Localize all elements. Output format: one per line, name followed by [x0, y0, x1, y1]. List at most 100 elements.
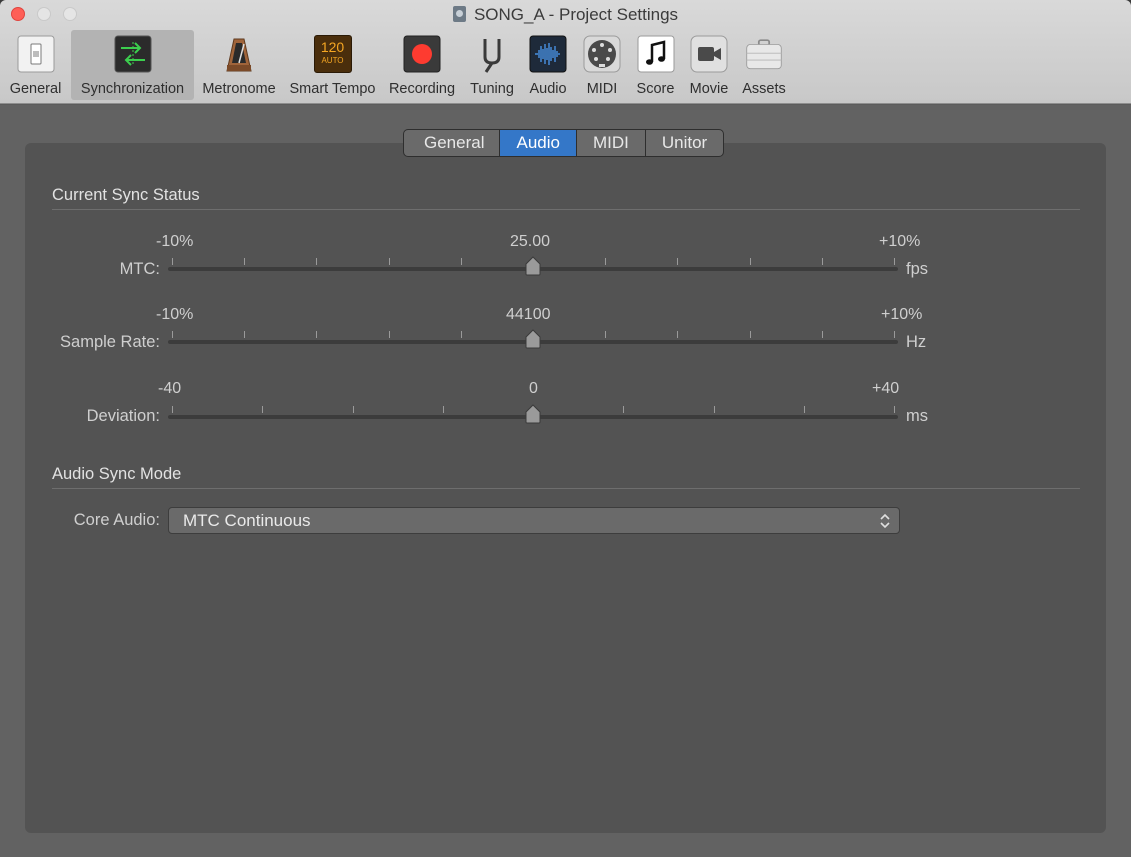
slider-tick [894, 331, 895, 338]
toolbar-midi-label: MIDI [586, 81, 618, 97]
smart-tempo-icon: 120 AUTO [313, 35, 352, 73]
deviation-max-label: +40 [872, 380, 900, 397]
toolbar-audio[interactable]: Audio [521, 30, 575, 100]
slider-tick [605, 258, 607, 265]
tab-midi[interactable]: MIDI [575, 130, 645, 156]
smart-tempo-badge-number: 120 [320, 39, 345, 55]
toolbar-movie[interactable]: Movie [682, 30, 736, 100]
toolbar-score[interactable]: Score [629, 30, 682, 100]
slider-tick [605, 331, 607, 338]
toolbar-general[interactable]: General [0, 30, 71, 100]
audio-sync-mode-heading: Audio Sync Mode [52, 465, 182, 483]
slider-tick [388, 258, 390, 265]
window-title-text: SONG_A - Project Settings [473, 5, 679, 24]
deviation-label: Deviation: [86, 407, 160, 425]
midi-port-icon [583, 35, 621, 73]
sync-arrows-icon [114, 35, 152, 73]
core-audio-popup[interactable]: MTC Continuous [168, 507, 900, 534]
toolbar-tuning-label: Tuning [470, 81, 514, 97]
mtc-max-label: +10% [879, 233, 921, 250]
smart-tempo-badge-auto: AUTO [321, 56, 344, 65]
toolbar-score-label: Score [636, 81, 675, 97]
sample-rate-value: 44100 [506, 306, 551, 323]
toolbar-tuning[interactable]: Tuning [463, 30, 521, 100]
sample-rate-min-label: -10% [156, 306, 194, 323]
project-settings-window: SONG_A - Project Settings General Synchr… [0, 0, 1131, 857]
slider-tick [172, 258, 173, 265]
slider-tick [713, 406, 715, 413]
slider-knob[interactable] [525, 256, 541, 276]
toolbar-general-label: General [9, 81, 62, 97]
slider-tick [803, 406, 805, 413]
toolbar-assets[interactable]: Assets [736, 30, 792, 100]
section-divider [52, 209, 1080, 210]
mtc-min-label: -10% [156, 233, 194, 250]
music-note-icon [637, 35, 675, 73]
sample-rate-max-label: +10% [881, 306, 923, 323]
slider-tick [352, 406, 354, 413]
slider-tick [460, 331, 462, 338]
slider-tick [388, 331, 390, 338]
settings-toolbar: General Synchronization Metronome 120 AU… [0, 30, 792, 102]
slider-tick [821, 258, 823, 265]
slider-tick [677, 258, 679, 265]
slider-tick [749, 258, 751, 265]
window-title: SONG_A - Project Settings [0, 5, 1131, 25]
tab-audio[interactable]: Audio [499, 130, 576, 156]
slider-knob[interactable] [525, 329, 541, 349]
deviation-unit: ms [906, 407, 928, 425]
sync-tab-bar: General Audio MIDI Unitor [403, 129, 725, 157]
toolbar-synchronization[interactable]: Synchronization [71, 30, 194, 100]
toolbar-smart-tempo[interactable]: 120 AUTO Smart Tempo [284, 30, 381, 100]
toolbar-audio-label: Audio [529, 81, 567, 97]
section-divider [52, 488, 1080, 489]
sample-rate-unit: Hz [906, 333, 927, 351]
toolbar-recording-label: Recording [388, 81, 456, 97]
document-icon [452, 6, 466, 22]
mtc-label: MTC: [119, 260, 160, 278]
slider-tick [623, 406, 625, 413]
tab-general[interactable]: General [404, 130, 499, 156]
slider-tick [316, 258, 318, 265]
deviation-value: 0 [529, 380, 538, 397]
slider-knob[interactable] [525, 404, 541, 424]
toolbar-smart-tempo-label: Smart Tempo [289, 81, 376, 97]
slider-tick [172, 406, 173, 413]
mtc-value: 25.00 [510, 233, 551, 250]
toolbar-metronome[interactable]: Metronome [194, 30, 284, 100]
toolbar-synchronization-label: Synchronization [80, 81, 185, 97]
slider-tick [821, 331, 823, 338]
general-switch-icon [17, 35, 55, 73]
slider-tick [262, 406, 264, 413]
slider-tick [460, 258, 462, 265]
sample-rate-label: Sample Rate: [60, 333, 160, 351]
current-sync-status-heading: Current Sync Status [52, 186, 200, 204]
toolbar-midi[interactable]: MIDI [575, 30, 629, 100]
title-bar: SONG_A - Project Settings General Synchr… [0, 0, 1131, 104]
briefcase-icon [745, 35, 783, 73]
toolbar-metronome-label: Metronome [202, 81, 276, 97]
slider-tick [172, 331, 173, 338]
waveform-icon [529, 35, 567, 73]
toolbar-assets-label: Assets [742, 81, 786, 97]
slider-tick [894, 406, 895, 413]
settings-content: General Audio MIDI Unitor Current Sync S… [0, 105, 1131, 857]
toolbar-recording[interactable]: Recording [381, 30, 463, 100]
slider-tick [244, 331, 246, 338]
tab-unitor[interactable]: Unitor [644, 130, 723, 156]
mtc-unit: fps [906, 260, 929, 278]
core-audio-selected-value: MTC Continuous [183, 511, 311, 530]
core-audio-label: Core Audio: [73, 511, 160, 529]
deviation-min-label: -40 [158, 380, 182, 397]
tuning-fork-icon [473, 35, 511, 73]
slider-tick [442, 406, 444, 413]
record-icon [403, 35, 441, 73]
metronome-icon [220, 35, 258, 73]
slider-tick [316, 331, 318, 338]
slider-tick [244, 258, 246, 265]
slider-tick [894, 258, 895, 265]
slider-tick [677, 331, 679, 338]
toolbar-movie-label: Movie [689, 81, 729, 97]
updown-chevron-icon [880, 513, 890, 529]
video-camera-icon [690, 35, 728, 73]
